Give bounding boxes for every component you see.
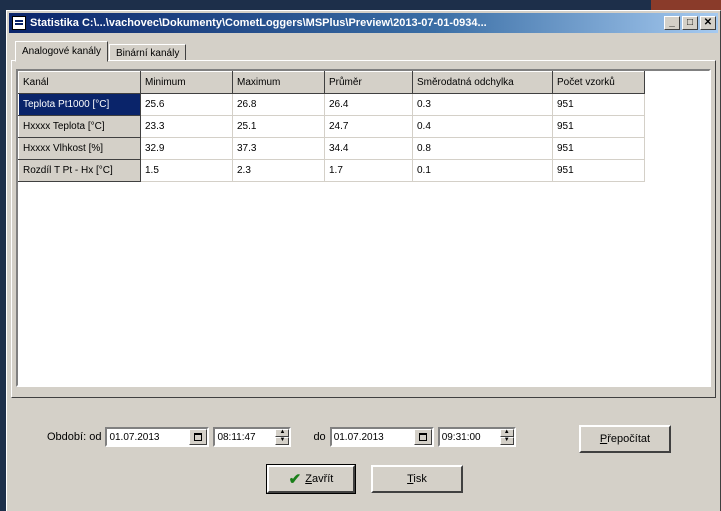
cell-std-dev: 0.3 [412, 93, 553, 116]
spin-down-icon[interactable]: ▼ [499, 437, 514, 445]
column-header-average[interactable]: Průměr [324, 71, 413, 94]
cell-average: 34.4 [324, 137, 413, 160]
to-date-field[interactable]: 01.07.2013 [329, 427, 434, 447]
cell-sample-count: 951 [552, 93, 645, 116]
row-channel-name[interactable]: Rozdíl T Pt - Hx [°C] [18, 159, 141, 182]
recalculate-button[interactable]: Přepočítat [579, 425, 671, 453]
tab-strip: Analogové kanály Binární kanály [15, 39, 187, 62]
footer-area: Období: od 01.07.2013 08:11:47 ▲ ▼ do 01… [7, 401, 720, 511]
cell-sample-count: 951 [552, 137, 645, 160]
column-header-sample-count[interactable]: Počet vzorků [552, 71, 645, 94]
cell-maximum: 2.3 [232, 159, 325, 182]
cell-sample-count: 951 [552, 115, 645, 138]
period-from-label: Období: od [47, 431, 102, 443]
calendar-icon[interactable] [189, 429, 208, 445]
close-button-label: Zavřít [305, 473, 334, 485]
to-time-value: 09:31:00 [441, 431, 481, 443]
title-bar[interactable]: Statistika C:\...\vachovec\Dokumenty\Com… [9, 13, 718, 33]
table-row[interactable]: Teplota Pt1000 [°C] 25.6 26.8 26.4 0.3 9… [18, 93, 645, 116]
tab-binary-channels[interactable]: Binární kanály [108, 44, 187, 61]
table-row[interactable]: Hxxxx Teplota [°C] 23.3 25.1 24.7 0.4 95… [18, 115, 645, 138]
window-title: Statistika C:\...\vachovec\Dokumenty\Com… [30, 17, 487, 29]
from-time-value: 08:11:47 [217, 431, 256, 443]
cell-minimum: 23.3 [140, 115, 233, 138]
statistics-dialog: Statistika C:\...\vachovec\Dokumenty\Com… [6, 10, 721, 511]
app-icon[interactable] [12, 16, 26, 30]
to-time-field[interactable]: 09:31:00 ▲ ▼ [437, 427, 516, 447]
column-header-maximum[interactable]: Maximum [232, 71, 325, 94]
cell-maximum: 25.1 [232, 115, 325, 138]
to-date-value: 01.07.2013 [333, 431, 384, 443]
table-row[interactable]: Hxxxx Vlhkost [%] 32.9 37.3 34.4 0.8 951 [18, 137, 645, 160]
table-row[interactable]: Rozdíl T Pt - Hx [°C] 1.5 2.3 1.7 0.1 95… [18, 159, 645, 182]
cell-average: 26.4 [324, 93, 413, 116]
print-button[interactable]: Tisk [371, 465, 463, 493]
from-date-field[interactable]: 01.07.2013 [105, 427, 210, 447]
cell-maximum: 26.8 [232, 93, 325, 116]
column-header-channel[interactable]: Kanál [18, 71, 141, 94]
cell-maximum: 37.3 [232, 137, 325, 160]
close-button[interactable]: ✔ Zavřít [266, 464, 356, 494]
cell-minimum: 25.6 [140, 93, 233, 116]
period-to-label: do [313, 431, 326, 443]
cell-std-dev: 0.1 [412, 159, 553, 182]
cell-average: 24.7 [324, 115, 413, 138]
cell-sample-count: 951 [552, 159, 645, 182]
period-selector: Období: od 01.07.2013 08:11:47 ▲ ▼ do 01… [47, 427, 516, 447]
table-header-row: Kanál Minimum Maximum Průměr Směrodatná … [18, 71, 645, 94]
statistics-grid[interactable]: Kanál Minimum Maximum Průměr Směrodatná … [16, 69, 711, 387]
cell-average: 1.7 [324, 159, 413, 182]
print-button-label: Tisk [407, 473, 427, 485]
row-channel-name[interactable]: Hxxxx Teplota [°C] [18, 115, 141, 138]
to-time-spinner[interactable]: ▲ ▼ [499, 429, 514, 445]
statistics-table: Kanál Minimum Maximum Průměr Směrodatná … [18, 71, 645, 182]
cell-minimum: 1.5 [140, 159, 233, 182]
recalculate-button-label: Přepočítat [599, 433, 651, 445]
calendar-icon[interactable] [413, 429, 432, 445]
spin-up-icon[interactable]: ▲ [275, 429, 290, 437]
column-header-minimum[interactable]: Minimum [140, 71, 233, 94]
close-icon[interactable]: ✕ [700, 16, 716, 30]
maximize-icon[interactable]: □ [682, 16, 698, 30]
from-time-spinner[interactable]: ▲ ▼ [275, 429, 290, 445]
from-time-field[interactable]: 08:11:47 ▲ ▼ [213, 427, 292, 447]
tab-analog-channels[interactable]: Analogové kanály [15, 41, 108, 62]
spin-down-icon[interactable]: ▼ [275, 437, 290, 445]
minimize-icon[interactable]: _ [664, 16, 680, 30]
cell-std-dev: 0.4 [412, 115, 553, 138]
row-channel-name[interactable]: Teplota Pt1000 [°C] [18, 93, 141, 116]
checkmark-icon: ✔ [288, 471, 302, 488]
tab-panel: Kanál Minimum Maximum Průměr Směrodatná … [11, 60, 716, 398]
cell-std-dev: 0.8 [412, 137, 553, 160]
column-header-std-dev[interactable]: Směrodatná odchylka [412, 71, 553, 94]
spin-up-icon[interactable]: ▲ [499, 429, 514, 437]
cell-minimum: 32.9 [140, 137, 233, 160]
row-channel-name[interactable]: Hxxxx Vlhkost [%] [18, 137, 141, 160]
from-date-value: 01.07.2013 [109, 431, 160, 443]
